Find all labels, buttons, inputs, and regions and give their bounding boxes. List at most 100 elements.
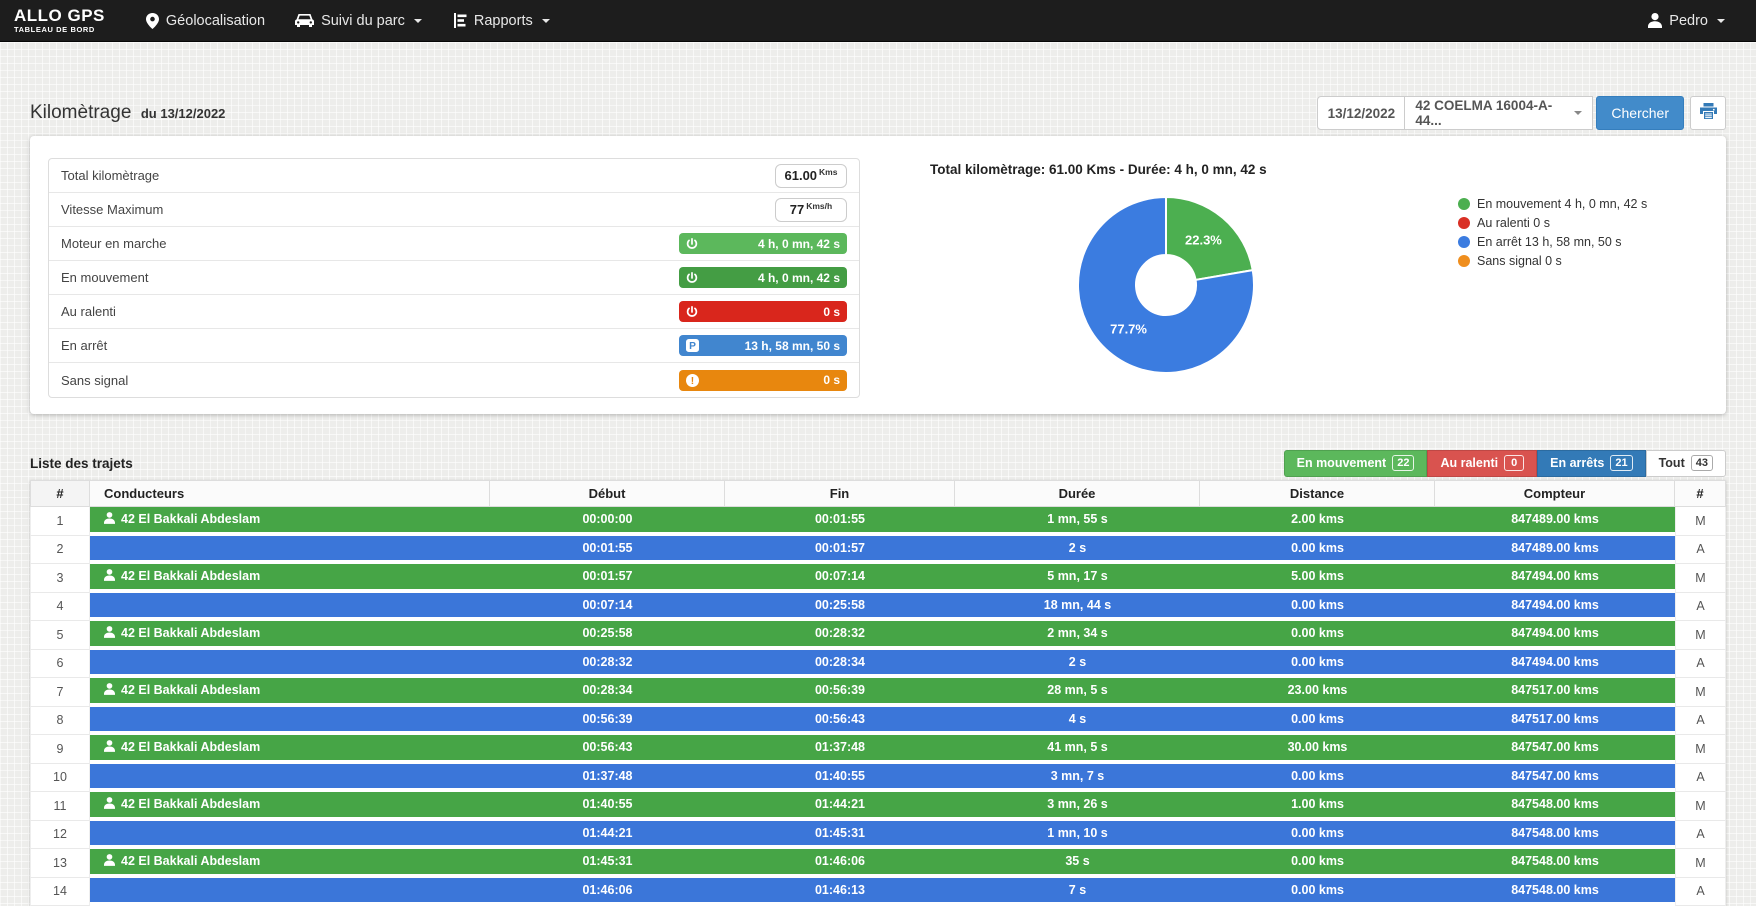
cell-compteur: 847548.00 kms (1435, 878, 1675, 905)
parking-icon: P (686, 339, 699, 352)
search-controls: 42 COELMA 16004-A-44... Chercher (1317, 96, 1726, 130)
row-number: 9 (30, 735, 90, 764)
cell-distance: 23.00 kms (1200, 678, 1435, 705)
driver-name: 42 El Bakkali Abdeslam (121, 512, 260, 526)
column-header[interactable]: # (1675, 480, 1726, 507)
stat-value-box: 77Kms/h (775, 198, 847, 222)
legend-item[interactable]: En arrêt 13 h, 58 mn, 50 s (1458, 232, 1647, 251)
legend-dot (1458, 255, 1470, 267)
cell-fin: 01:46:13 (725, 878, 955, 905)
cell-mode: A (1675, 593, 1726, 622)
filter-button-en-mouvement[interactable]: En mouvement 22 (1284, 450, 1428, 477)
date-input[interactable] (1317, 96, 1405, 130)
driver-icon (104, 740, 115, 755)
filter-button-au-ralenti[interactable]: Au ralenti0 (1427, 450, 1537, 477)
row-number: 10 (30, 764, 90, 793)
cell-duree: 28 mn, 5 s (955, 678, 1200, 705)
column-header[interactable]: # (30, 480, 90, 507)
cell-conducteur (90, 650, 490, 677)
kilometrage-card: Total kilomètrage61.00KmsVitesse Maximum… (30, 136, 1726, 414)
table-row[interactable]: 1142 El Bakkali Abdeslam01:40:5501:44:21… (30, 792, 1726, 821)
cell-fin: 00:28:34 (725, 650, 955, 677)
table-row[interactable]: 200:01:5500:01:572 s0.00 kms847489.00 km… (30, 536, 1726, 565)
cell-conducteur (90, 707, 490, 734)
column-header[interactable]: Durée (955, 480, 1200, 507)
filter-label: En mouvement (1297, 456, 1387, 470)
user-icon (1648, 13, 1662, 28)
column-header[interactable]: Compteur (1435, 480, 1675, 507)
cell-debut: 01:46:06 (490, 878, 725, 905)
print-button[interactable] (1690, 96, 1726, 130)
table-row[interactable]: 942 El Bakkali Abdeslam00:56:4301:37:484… (30, 735, 1726, 764)
filter-button-en-arr-ts[interactable]: En arrêts21 (1537, 450, 1645, 477)
table-row[interactable]: 800:56:3900:56:434 s0.00 kms847517.00 km… (30, 707, 1726, 736)
badge-value: 4 h, 0 mn, 42 s (758, 237, 840, 251)
user-menu[interactable]: Pedro (1633, 0, 1740, 42)
table-row[interactable]: 342 El Bakkali Abdeslam00:01:5700:07:145… (30, 564, 1726, 593)
cell-distance: 0.00 kms (1200, 878, 1435, 905)
brand-title: ALLO GPS (14, 7, 105, 24)
cell-compteur: 847548.00 kms (1435, 792, 1675, 819)
cell-distance: 0.00 kms (1200, 764, 1435, 791)
stat-row: Sans signal!0 s (49, 363, 859, 397)
cell-compteur: 847494.00 kms (1435, 650, 1675, 677)
column-header[interactable]: Distance (1200, 480, 1435, 507)
legend-item[interactable]: En mouvement 4 h, 0 mn, 42 s (1458, 194, 1647, 213)
svg-text:!: ! (691, 376, 694, 387)
nav-item-suivi-du-parc[interactable]: Suivi du parc (280, 0, 437, 42)
driver-icon (104, 626, 115, 641)
cell-distance: 2.00 kms (1200, 507, 1435, 534)
table-row[interactable]: 1401:46:0601:46:137 s0.00 kms847548.00 k… (30, 878, 1726, 906)
badge-value: 4 h, 0 mn, 42 s (758, 271, 840, 285)
user-name: Pedro (1669, 13, 1708, 29)
cell-conducteur (90, 821, 490, 848)
cell-distance: 0.00 kms (1200, 821, 1435, 848)
nav-item-rapports[interactable]: Rapports (437, 0, 565, 42)
legend-label: En arrêt 13 h, 58 mn, 50 s (1477, 235, 1622, 249)
cell-debut: 00:56:39 (490, 707, 725, 734)
cell-fin: 01:40:55 (725, 764, 955, 791)
search-button[interactable]: Chercher (1596, 96, 1684, 130)
legend-dot (1458, 236, 1470, 248)
page-header: Kilomètrage du 13/12/2022 42 COELMA 1600… (30, 94, 1726, 132)
status-badge: 4 h, 0 mn, 42 s (679, 267, 847, 288)
cell-debut: 01:37:48 (490, 764, 725, 791)
filter-button-tout[interactable]: Tout43 (1646, 450, 1726, 477)
driver-name: 42 El Bakkali Abdeslam (121, 626, 260, 640)
power-icon (686, 272, 698, 284)
vehicle-select[interactable]: 42 COELMA 16004-A-44... (1405, 96, 1593, 130)
cell-debut: 00:25:58 (490, 621, 725, 648)
table-row[interactable]: 1342 El Bakkali Abdeslam01:45:3101:46:06… (30, 849, 1726, 878)
trips-table: #ConducteursDébutFinDuréeDistanceCompteu… (30, 480, 1726, 906)
driver-icon (104, 512, 115, 527)
table-row[interactable]: 742 El Bakkali Abdeslam00:28:3400:56:392… (30, 678, 1726, 707)
table-row[interactable]: 1201:44:2101:45:311 mn, 10 s0.00 kms8475… (30, 821, 1726, 850)
table-row[interactable]: 600:28:3200:28:342 s0.00 kms847494.00 km… (30, 650, 1726, 679)
app-root: ALLO GPS TABLEAU DE BORD Géolocalisation… (0, 0, 1756, 906)
column-header[interactable]: Début (490, 480, 725, 507)
nav-item-geolocalisation[interactable]: Géolocalisation (131, 0, 280, 42)
cell-duree: 35 s (955, 849, 1200, 876)
legend-item[interactable]: Au ralenti 0 s (1458, 213, 1647, 232)
table-row[interactable]: 542 El Bakkali Abdeslam00:25:5800:28:322… (30, 621, 1726, 650)
stat-label: Vitesse Maximum (61, 202, 163, 217)
cell-debut: 00:28:32 (490, 650, 725, 677)
cell-debut: 00:28:34 (490, 678, 725, 705)
table-row[interactable]: 1001:37:4801:40:553 mn, 7 s0.00 kms84754… (30, 764, 1726, 793)
column-header[interactable]: Conducteurs (90, 480, 490, 507)
power-icon (686, 306, 698, 318)
cell-compteur: 847547.00 kms (1435, 735, 1675, 762)
filter-count: 22 (1392, 455, 1414, 471)
column-header[interactable]: Fin (725, 480, 955, 507)
row-number: 12 (30, 821, 90, 850)
table-row[interactable]: 400:07:1400:25:5818 mn, 44 s0.00 kms8474… (30, 593, 1726, 622)
chart-title: Total kilomètrage: 61.00 Kms - Durée: 4 … (930, 162, 1267, 177)
brand-logo[interactable]: ALLO GPS TABLEAU DE BORD (14, 7, 105, 34)
legend-item[interactable]: Sans signal 0 s (1458, 251, 1647, 270)
row-number: 14 (30, 878, 90, 906)
page-title-group: Kilomètrage du 13/12/2022 (30, 102, 225, 124)
driver-icon (104, 683, 115, 698)
filter-count: 21 (1610, 455, 1632, 471)
table-row[interactable]: 142 El Bakkali Abdeslam00:00:0000:01:551… (30, 507, 1726, 536)
cell-mode: M (1675, 507, 1726, 536)
